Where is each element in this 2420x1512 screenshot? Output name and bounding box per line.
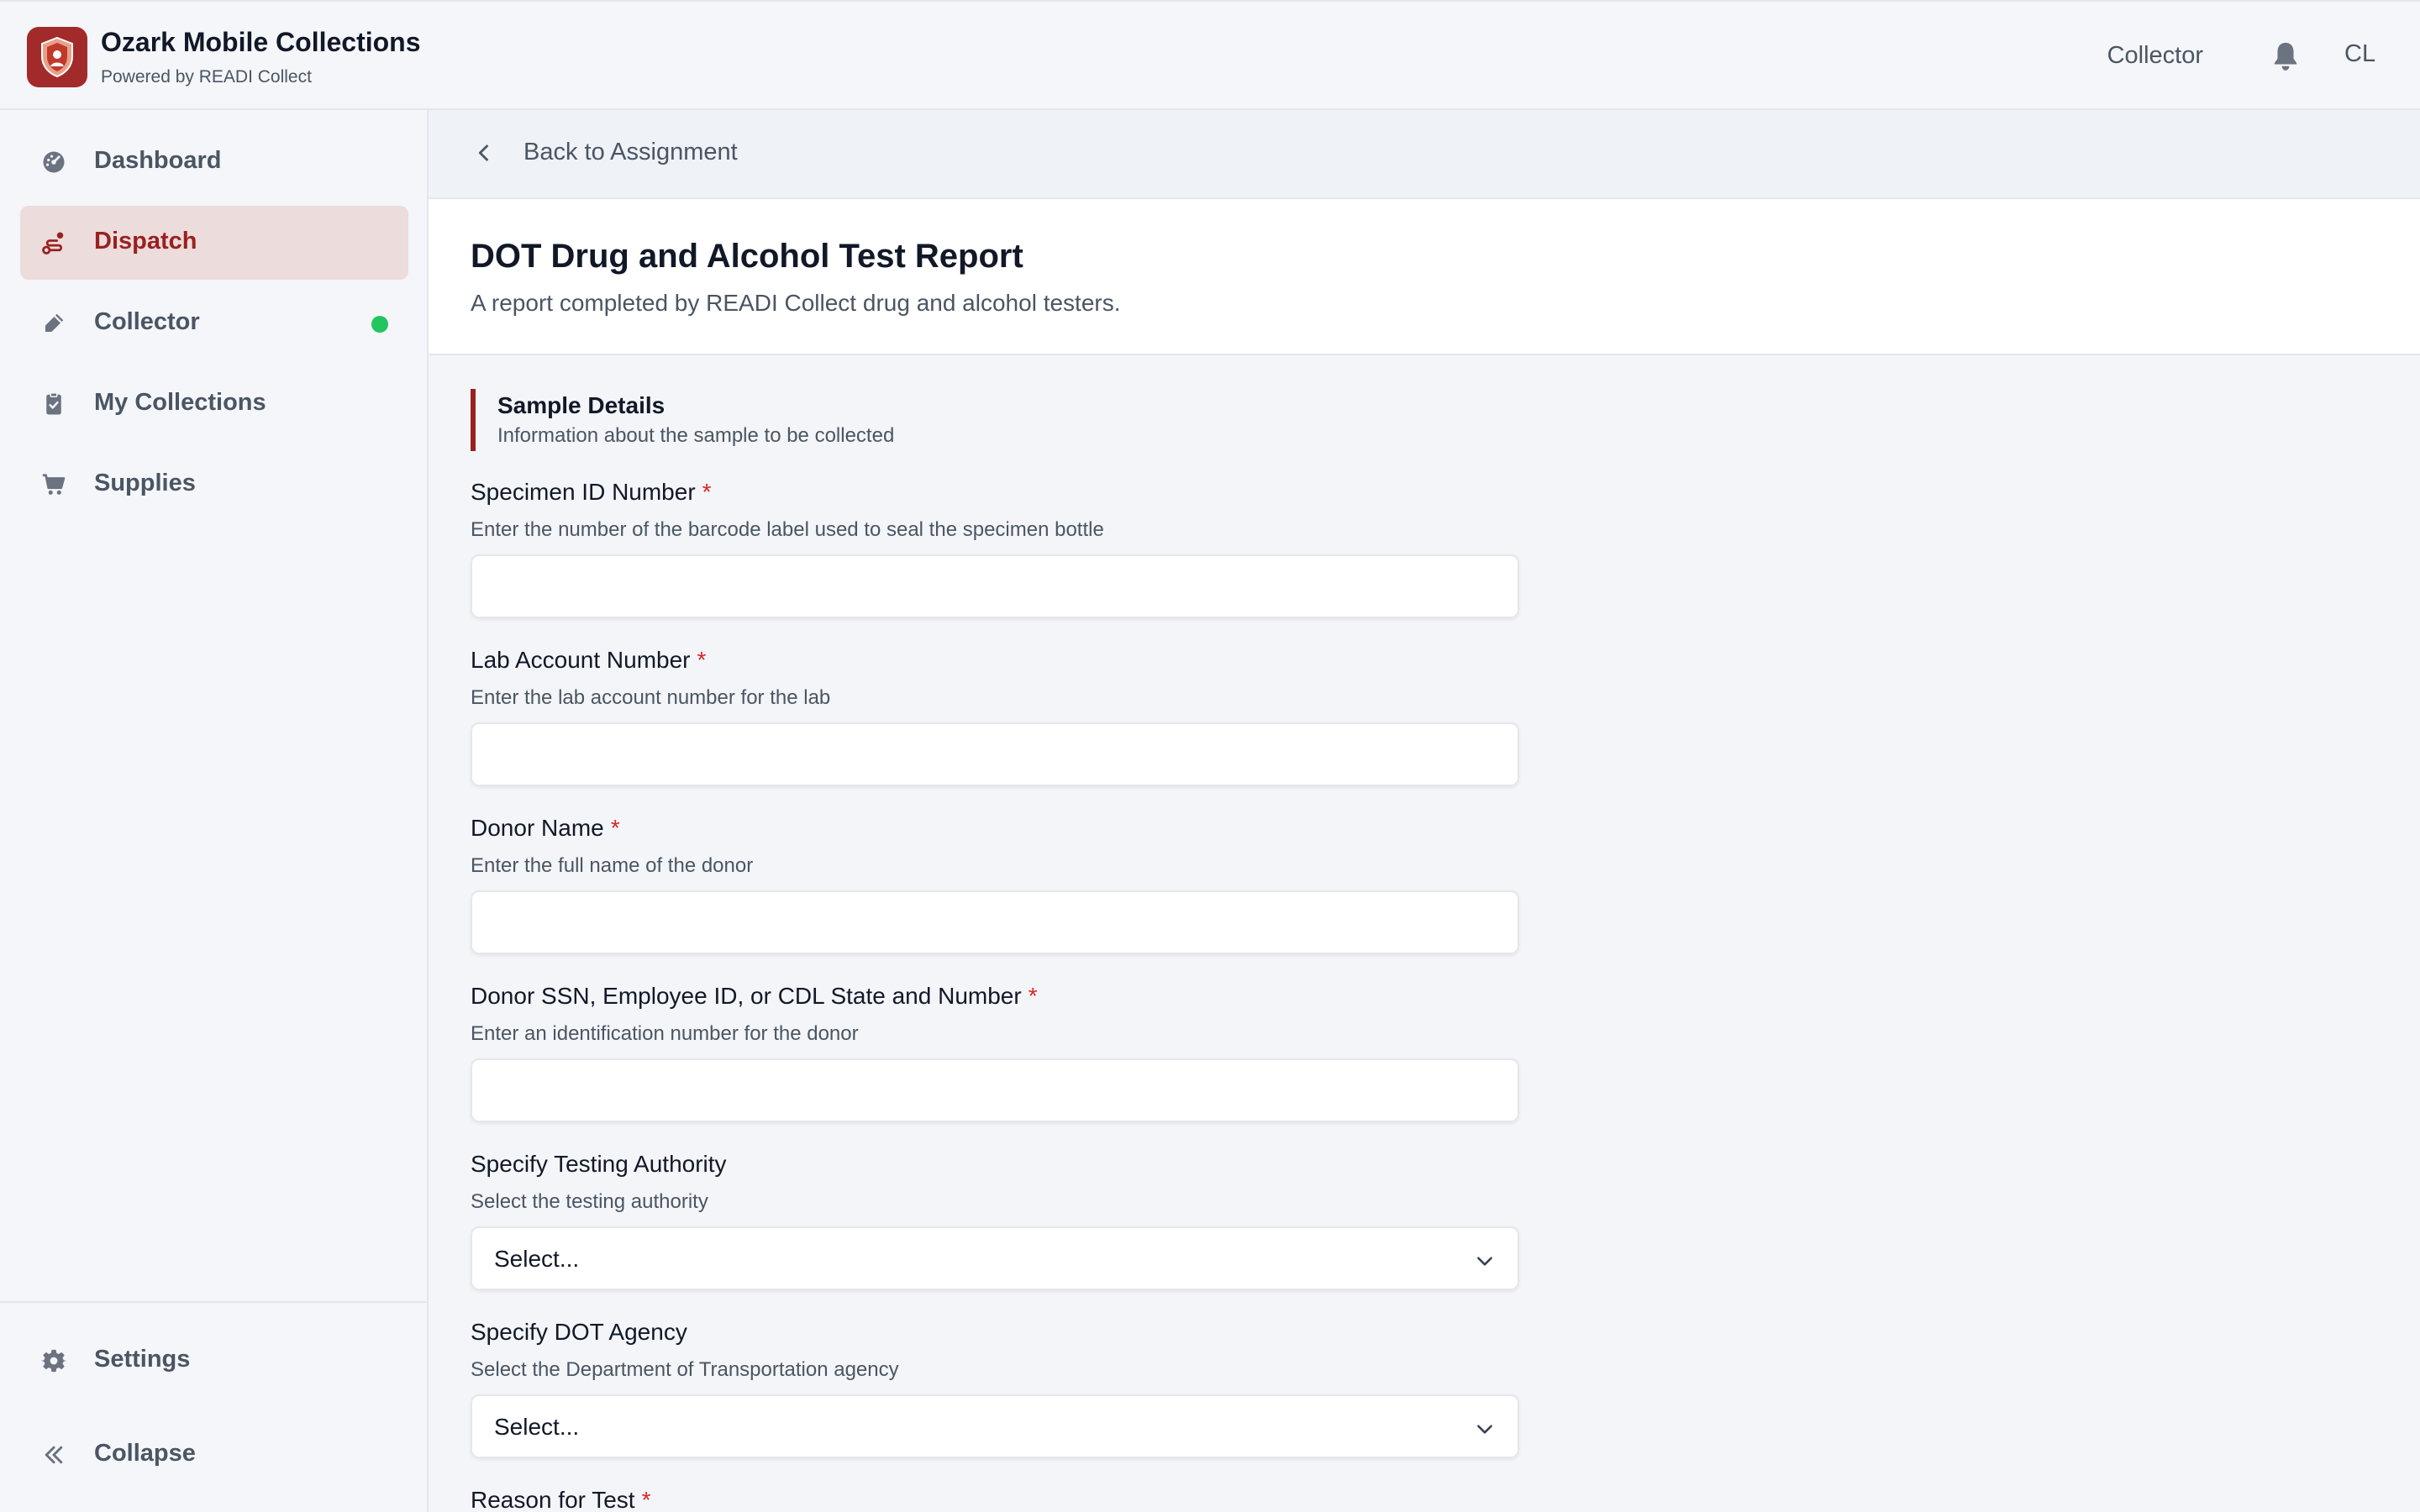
sidebar-item-supplies[interactable]: Supplies [20, 448, 408, 522]
specimen-id-input[interactable] [471, 554, 1519, 618]
cart-icon [40, 471, 67, 498]
page-title: DOT Drug and Alcohol Test Report [471, 238, 1023, 275]
donor-name-input[interactable] [471, 890, 1519, 954]
collapse-button[interactable]: Collapse [20, 1418, 408, 1492]
donor-id-help: Enter an identification number for the d… [471, 1022, 859, 1045]
sidebar-item-label: Dashboard [94, 147, 222, 174]
sidebar-item-label: Collapse [94, 1440, 196, 1467]
dot-agency-label: Specify DOT Agency [471, 1319, 687, 1345]
page-header: DOT Drug and Alcohol Test Report A repor… [429, 199, 2420, 355]
donor-id-label: Donor SSN, Employee ID, or CDL State and… [471, 983, 1038, 1009]
donor-id-input[interactable] [471, 1058, 1519, 1122]
section-title: Sample Details [497, 392, 666, 418]
route-icon [40, 229, 67, 256]
required-marker: * [702, 479, 712, 505]
chevron-down-icon [1474, 1418, 1496, 1440]
back-bar: Back to Assignment [429, 110, 2420, 199]
donor-name-help: Enter the full name of the donor [471, 854, 754, 877]
page-subtitle: A report completed by READI Collect drug… [471, 290, 1121, 316]
dot-agency-help: Select the Department of Transportation … [471, 1358, 899, 1381]
sidebar-item-dashboard[interactable]: Dashboard [20, 125, 408, 199]
gear-icon [40, 1347, 67, 1374]
sidebar-item-my-collections[interactable]: My Collections [20, 367, 408, 441]
back-to-assignment-link[interactable]: Back to Assignment [523, 139, 738, 166]
required-marker: * [697, 647, 707, 673]
sidebar-item-label: Collector [94, 308, 200, 335]
shield-logo-icon[interactable] [27, 27, 87, 87]
required-marker: * [610, 815, 620, 841]
bell-icon[interactable] [2270, 40, 2301, 72]
dashboard-gauge-icon [40, 149, 67, 176]
specimen-id-label: Specimen ID Number * [471, 479, 712, 505]
sidebar-item-settings[interactable]: Settings [20, 1324, 408, 1398]
lab-account-label: Lab Account Number * [471, 647, 707, 673]
sidebar: Dashboard Dispatch Collector My Collecti… [0, 110, 429, 1512]
donor-name-label: Donor Name * [471, 815, 620, 841]
testing-authority-label: Specify Testing Authority [471, 1151, 727, 1177]
dot-agency-select[interactable]: Select... [471, 1394, 1519, 1458]
section-description: Information about the sample to be colle… [497, 424, 895, 447]
app-subtitle: Powered by READI Collect [101, 67, 312, 87]
testing-authority-help: Select the testing authority [471, 1190, 708, 1213]
reason-for-test-label: Reason for Test * [471, 1487, 651, 1512]
required-marker: * [641, 1487, 651, 1512]
sidebar-item-label: Supplies [94, 470, 196, 496]
section-header: Sample Details Information about the sam… [471, 389, 894, 451]
required-marker: * [1028, 983, 1038, 1009]
chevron-down-icon [1474, 1250, 1496, 1272]
pen-icon [40, 310, 67, 337]
avatar[interactable]: CL [2344, 40, 2375, 68]
sidebar-item-label: Settings [94, 1346, 191, 1373]
select-value: Select... [494, 1414, 580, 1440]
select-value: Select... [494, 1246, 580, 1272]
specimen-id-help: Enter the number of the barcode label us… [471, 518, 1104, 541]
double-chevron-left-icon [40, 1441, 67, 1468]
sidebar-item-label: Dispatch [94, 228, 197, 255]
sidebar-divider [0, 1301, 427, 1303]
top-bar: Ozark Mobile Collections Powered by READ… [0, 0, 2420, 110]
sidebar-item-collector[interactable]: Collector [20, 286, 408, 360]
chevron-left-icon[interactable] [472, 140, 496, 165]
sidebar-item-dispatch[interactable]: Dispatch [20, 206, 408, 280]
clipboard-check-icon [40, 391, 67, 417]
role-label[interactable]: Collector [2107, 42, 2203, 70]
online-status-dot [371, 316, 388, 333]
testing-authority-select[interactable]: Select... [471, 1226, 1519, 1290]
app-title: Ozark Mobile Collections [101, 27, 421, 57]
lab-account-input[interactable] [471, 722, 1519, 786]
sidebar-item-label: My Collections [94, 389, 266, 416]
lab-account-help: Enter the lab account number for the lab [471, 686, 831, 709]
